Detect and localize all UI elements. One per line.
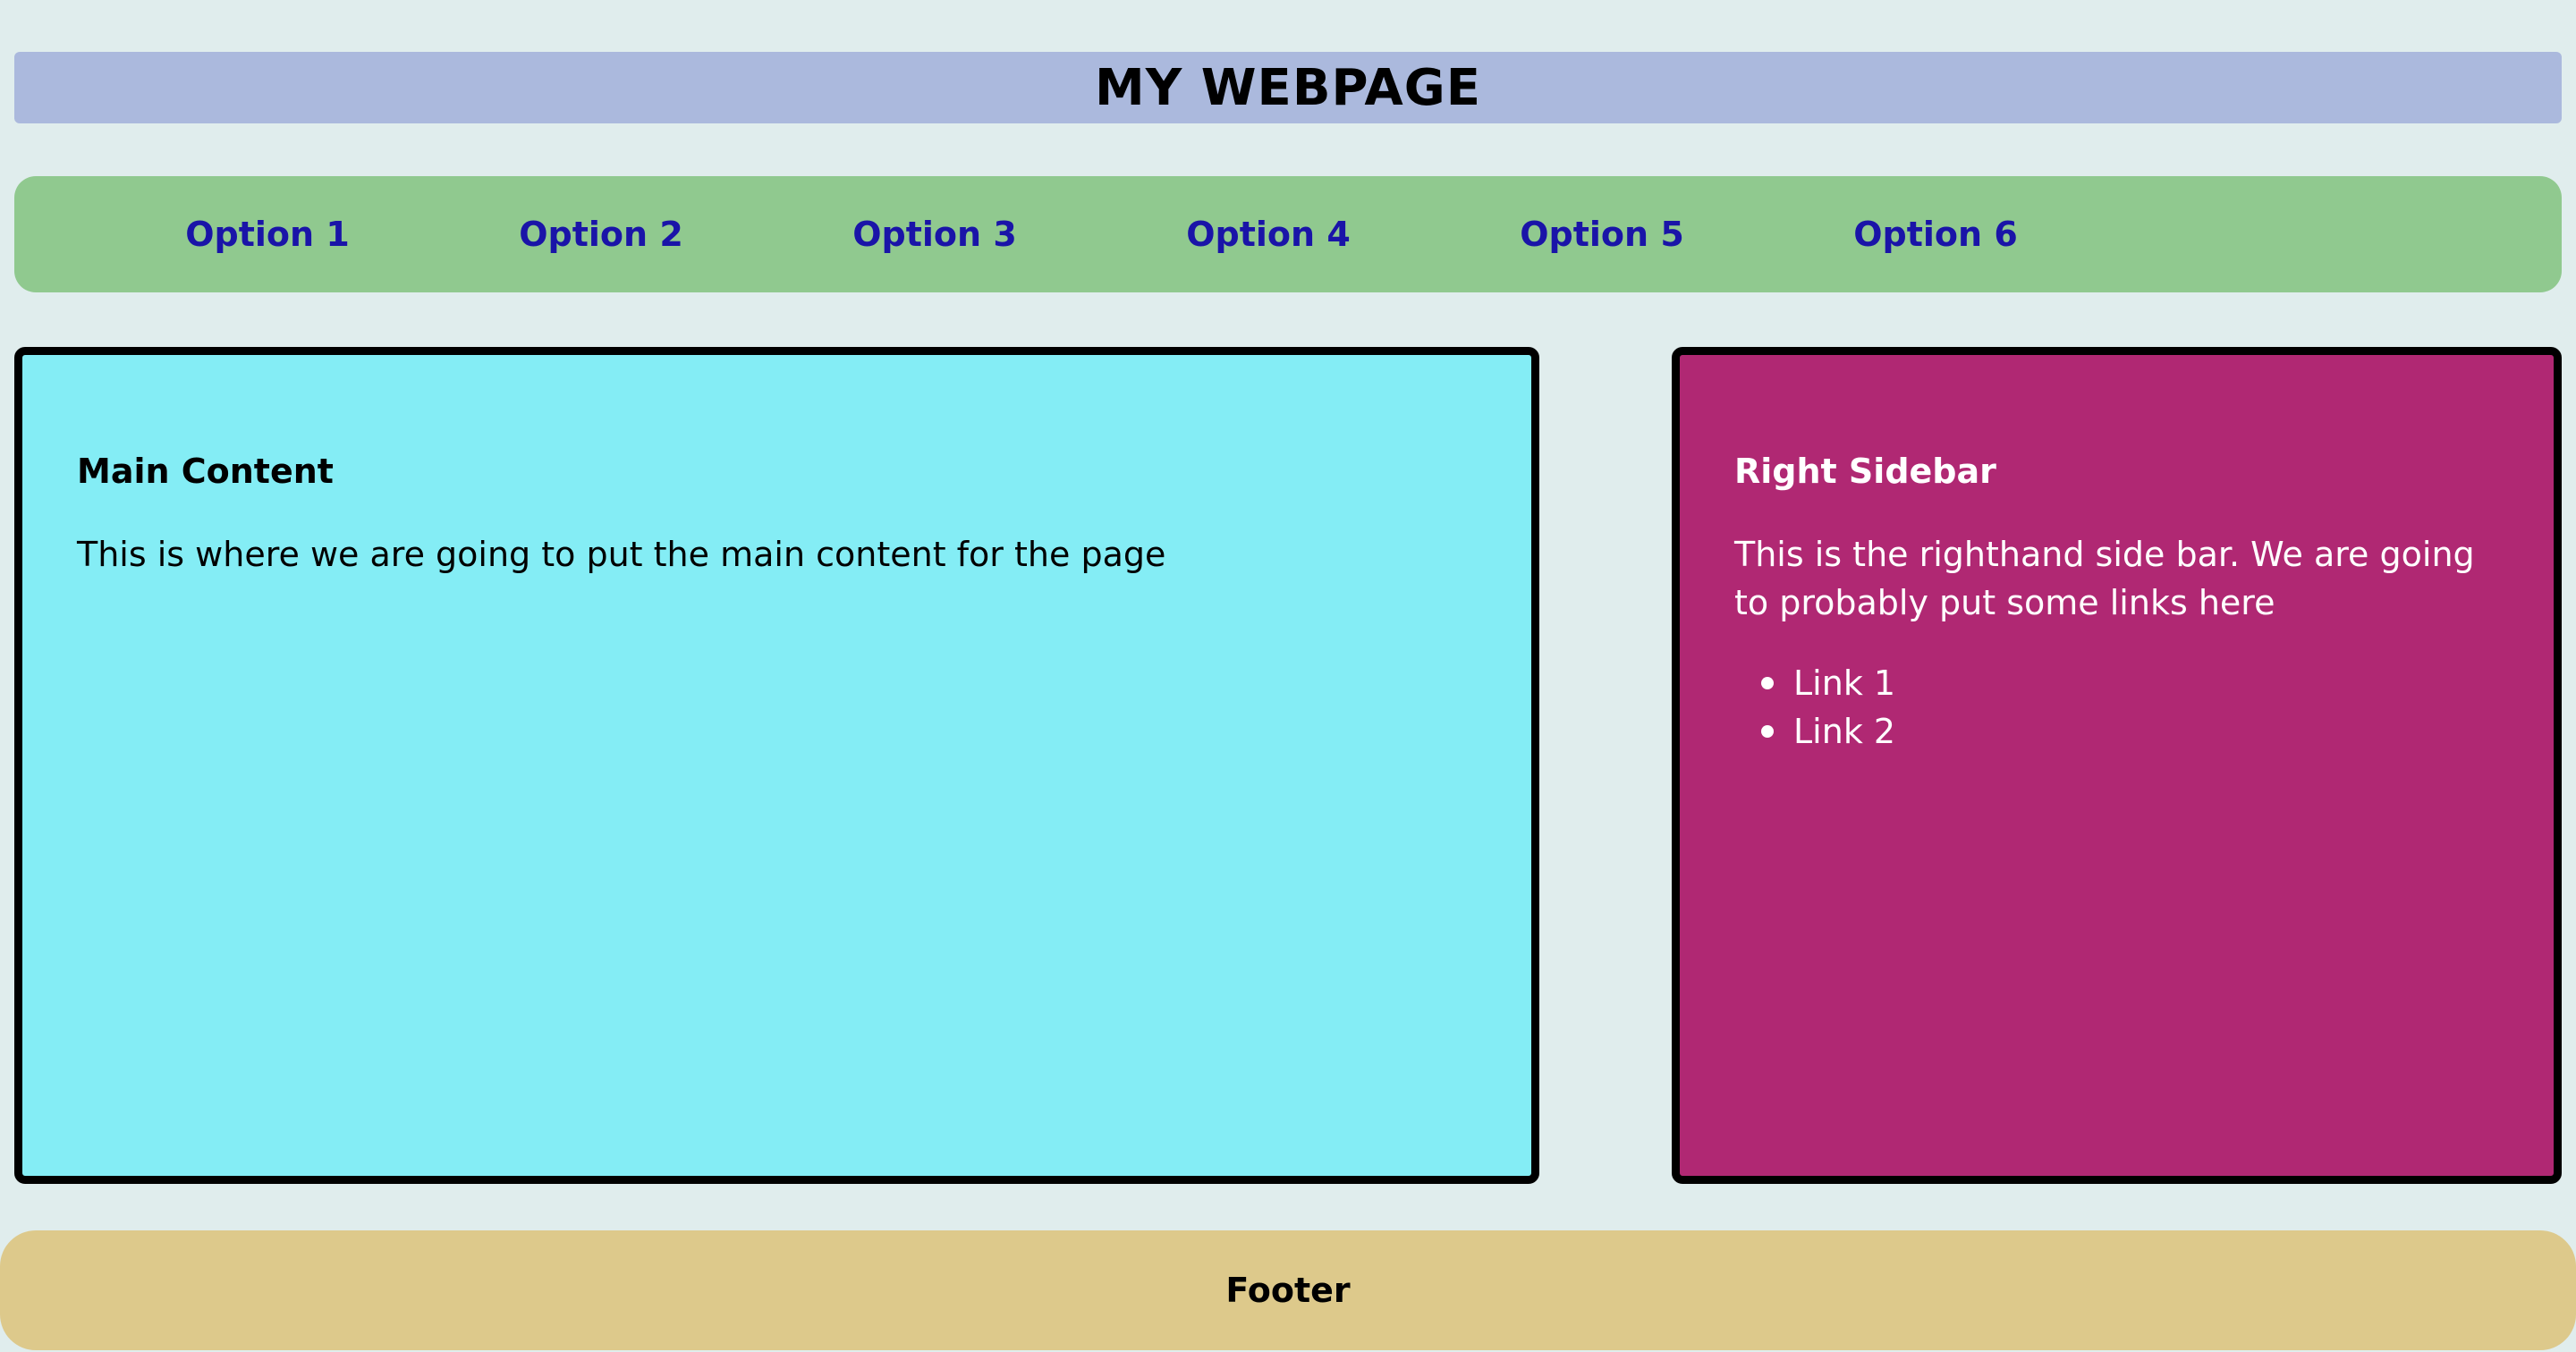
nav-item-option-4[interactable]: Option 4	[1161, 176, 1376, 292]
page-footer: Footer	[0, 1230, 2576, 1350]
nav-item-option-5[interactable]: Option 5	[1495, 176, 1709, 292]
nav-item-option-3[interactable]: Option 3	[827, 176, 1042, 292]
sidebar-link-label[interactable]: Link 1	[1793, 659, 1895, 707]
sidebar-link-list: Link 1 Link 2	[1734, 659, 1895, 756]
page-title: MY WEBPAGE	[1095, 58, 1481, 117]
main-content-text: This is where we are going to put the ma…	[77, 535, 1166, 574]
sidebar-link-1[interactable]: Link 1	[1734, 659, 1895, 707]
sidebar-link-2[interactable]: Link 2	[1734, 707, 1895, 756]
bullet-icon	[1761, 725, 1774, 738]
right-sidebar-panel: Right Sidebar This is the righthand side…	[1672, 347, 2562, 1184]
footer-text: Footer	[1225, 1271, 1351, 1310]
main-content-heading: Main Content	[77, 452, 334, 491]
nav-item-option-1[interactable]: Option 1	[160, 176, 375, 292]
nav-item-option-2[interactable]: Option 2	[494, 176, 708, 292]
sidebar-heading: Right Sidebar	[1734, 452, 1996, 491]
bullet-icon	[1761, 677, 1774, 689]
sidebar-text: This is the righthand side bar. We are g…	[1734, 535, 2475, 622]
sidebar-link-label[interactable]: Link 2	[1793, 707, 1895, 756]
nav-bar: Option 1 Option 2 Option 3 Option 4 Opti…	[14, 176, 2562, 292]
page-header: MY WEBPAGE	[14, 52, 2562, 123]
main-content-panel: Main Content This is where we are going …	[14, 347, 1539, 1184]
nav-item-option-6[interactable]: Option 6	[1828, 176, 2043, 292]
